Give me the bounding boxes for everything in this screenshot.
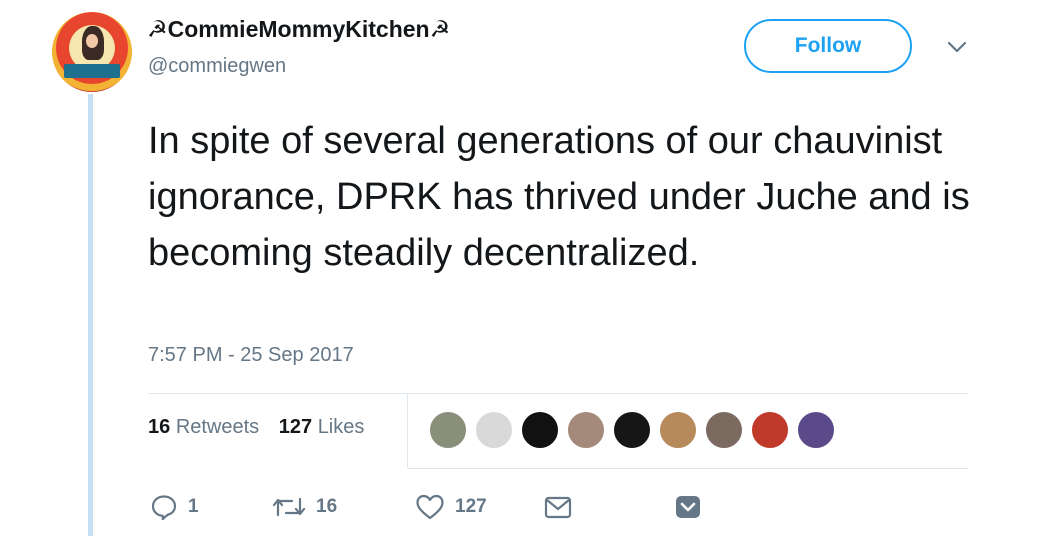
heart-icon: [416, 494, 444, 520]
like-button[interactable]: 127: [415, 491, 487, 523]
likes-label: Likes: [317, 416, 365, 438]
likes-count: 127: [278, 416, 313, 438]
reply-icon: [151, 495, 177, 521]
liker-avatar[interactable]: [796, 410, 836, 450]
avatar[interactable]: [52, 12, 132, 92]
retweets-label: Retweets: [175, 416, 260, 438]
reply-count: 1: [188, 496, 199, 517]
retweets-stat[interactable]: 16 Retweets: [148, 416, 259, 438]
retweet-count: 16: [316, 496, 338, 517]
chevron-down-icon[interactable]: [944, 37, 970, 57]
liker-avatar[interactable]: [658, 410, 698, 450]
divider-top: [148, 393, 968, 394]
envelope-icon: [544, 496, 572, 519]
like-count: 127: [455, 496, 487, 517]
liker-avatar[interactable]: [704, 410, 744, 450]
retweet-button[interactable]: 16: [272, 491, 337, 523]
liker-avatar[interactable]: [428, 410, 468, 450]
thread-line: [88, 94, 93, 536]
reply-button[interactable]: 1: [150, 491, 199, 523]
stats-separator: [407, 394, 408, 468]
likes-stat[interactable]: 127 Likes: [279, 416, 365, 438]
liker-avatar[interactable]: [566, 410, 606, 450]
tweet-text: In spite of several generations of our c…: [148, 120, 970, 274]
divider-bottom: [408, 468, 968, 469]
tweet-actions: 1 16 127: [150, 491, 710, 523]
retweet-icon: [272, 497, 306, 517]
liker-avatar[interactable]: [474, 410, 514, 450]
tweet-stats: 16 Retweets 127 Likes: [148, 416, 378, 439]
tweet-timestamp[interactable]: 7:57 PM - 25 Sep 2017: [148, 344, 354, 367]
retweets-count: 16: [148, 416, 171, 438]
liker-avatar[interactable]: [612, 410, 652, 450]
direct-message-button[interactable]: [543, 491, 573, 523]
avatar-banner: [64, 64, 120, 78]
chevron-down-icon: [676, 496, 700, 518]
display-name[interactable]: ☭CommieMommyKitchen☭: [147, 16, 450, 43]
liker-avatar[interactable]: [520, 410, 560, 450]
liker-avatar[interactable]: [750, 410, 790, 450]
avatar-face: [86, 34, 98, 48]
follow-button[interactable]: Follow: [744, 19, 912, 73]
user-handle[interactable]: @commiegwen: [148, 55, 286, 78]
more-button[interactable]: [674, 491, 702, 523]
